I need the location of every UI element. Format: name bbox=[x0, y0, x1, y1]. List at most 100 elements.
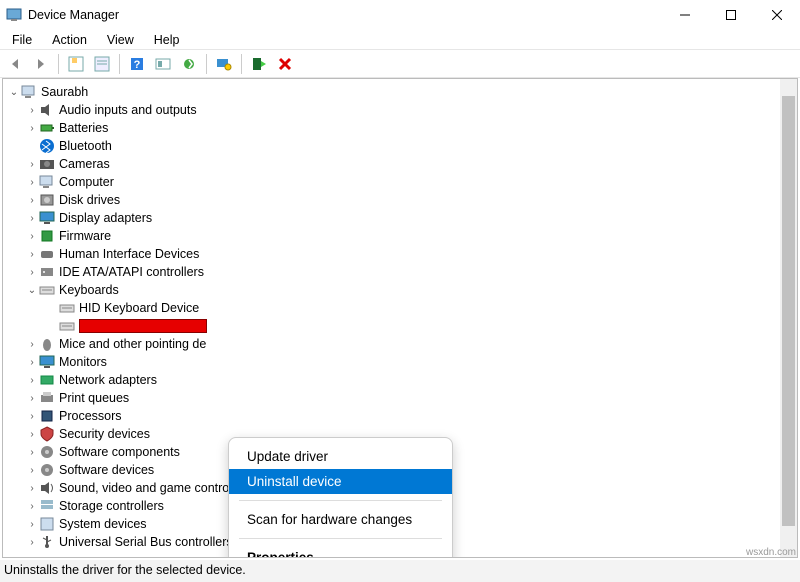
tree-device[interactable] bbox=[7, 317, 797, 335]
cm-uninstall-device[interactable]: Uninstall device bbox=[229, 469, 452, 494]
tree-category[interactable]: ⌄Keyboards bbox=[7, 281, 797, 299]
tree-category[interactable]: ›Print queues bbox=[7, 389, 797, 407]
toolbar: ? bbox=[0, 50, 800, 78]
toolbar-divider bbox=[206, 54, 207, 74]
device-category-icon bbox=[39, 426, 55, 442]
app-icon bbox=[6, 7, 22, 23]
title-bar: Device Manager bbox=[0, 0, 800, 30]
tree-label: Human Interface Devices bbox=[59, 247, 199, 261]
menu-view[interactable]: View bbox=[99, 31, 142, 49]
help-button[interactable]: ? bbox=[126, 53, 148, 75]
device-category-icon bbox=[39, 228, 55, 244]
device-category-icon bbox=[39, 462, 55, 478]
device-category-icon bbox=[39, 138, 55, 154]
action-button[interactable] bbox=[152, 53, 174, 75]
tree-label: Print queues bbox=[59, 391, 129, 405]
tree-category[interactable]: Bluetooth bbox=[7, 137, 797, 155]
tree-category[interactable]: ›IDE ATA/ATAPI controllers bbox=[7, 263, 797, 281]
tree-label: Keyboards bbox=[59, 283, 119, 297]
tree-label: Firmware bbox=[59, 229, 111, 243]
device-category-icon bbox=[39, 210, 55, 226]
show-hidden-button[interactable] bbox=[65, 53, 87, 75]
tree-label: Mice and other pointing de bbox=[59, 337, 206, 351]
tree-label: Computer bbox=[59, 175, 114, 189]
device-category-icon bbox=[39, 120, 55, 136]
minimize-button[interactable] bbox=[662, 0, 708, 30]
scan-hardware-button[interactable] bbox=[213, 53, 235, 75]
tree-category[interactable]: ›Disk drives bbox=[7, 191, 797, 209]
tree-category[interactable]: ›Network adapters bbox=[7, 371, 797, 389]
menu-file[interactable]: File bbox=[4, 31, 40, 49]
watermark: wsxdn.com bbox=[746, 547, 796, 558]
uninstall-device-button[interactable] bbox=[274, 53, 296, 75]
back-button[interactable] bbox=[4, 53, 26, 75]
menu-action[interactable]: Action bbox=[44, 31, 95, 49]
device-category-icon bbox=[39, 444, 55, 460]
tree-category[interactable]: ›Processors bbox=[7, 407, 797, 425]
window-title: Device Manager bbox=[28, 8, 662, 22]
device-category-icon bbox=[39, 246, 55, 262]
device-category-icon bbox=[39, 498, 55, 514]
device-category-icon bbox=[39, 264, 55, 280]
context-menu: Update driver Uninstall device Scan for … bbox=[228, 437, 453, 558]
device-category-icon bbox=[39, 102, 55, 118]
tree-label: Monitors bbox=[59, 355, 107, 369]
device-category-icon bbox=[39, 534, 55, 550]
cm-properties[interactable]: Properties bbox=[229, 545, 452, 558]
redacted-label bbox=[79, 319, 207, 333]
tree-category[interactable]: ›Firmware bbox=[7, 227, 797, 245]
cm-scan-hardware[interactable]: Scan for hardware changes bbox=[229, 507, 452, 532]
tree-label: Sound, video and game controllers bbox=[59, 481, 252, 495]
tree-label: System devices bbox=[59, 517, 147, 531]
device-category-icon bbox=[39, 516, 55, 532]
keyboard-icon bbox=[59, 318, 75, 334]
enable-device-button[interactable] bbox=[248, 53, 270, 75]
toolbar-divider bbox=[241, 54, 242, 74]
tree-category[interactable]: ›Cameras bbox=[7, 155, 797, 173]
tree-label: Saurabh bbox=[41, 85, 88, 99]
device-category-icon bbox=[39, 336, 55, 352]
tree-panel: ⌄Saurabh›Audio inputs and outputs›Batter… bbox=[2, 78, 798, 558]
tree-label: Batteries bbox=[59, 121, 108, 135]
forward-button[interactable] bbox=[30, 53, 52, 75]
tree-label: Cameras bbox=[59, 157, 110, 171]
tree-label: Software devices bbox=[59, 463, 154, 477]
toolbar-divider bbox=[119, 54, 120, 74]
tree-label: Bluetooth bbox=[59, 139, 112, 153]
tree-category[interactable]: ›Display adapters bbox=[7, 209, 797, 227]
tree-label: Display adapters bbox=[59, 211, 152, 225]
device-category-icon bbox=[39, 174, 55, 190]
close-button[interactable] bbox=[754, 0, 800, 30]
tree-label: Network adapters bbox=[59, 373, 157, 387]
maximize-button[interactable] bbox=[708, 0, 754, 30]
update-driver-button[interactable] bbox=[178, 53, 200, 75]
properties-button[interactable] bbox=[91, 53, 113, 75]
device-category-icon bbox=[39, 480, 55, 496]
tree-category[interactable]: ›Computer bbox=[7, 173, 797, 191]
status-bar: Uninstalls the driver for the selected d… bbox=[0, 560, 800, 582]
tree-category[interactable]: ›Mice and other pointing de bbox=[7, 335, 797, 353]
tree-category[interactable]: ›Batteries bbox=[7, 119, 797, 137]
tree-category[interactable]: ›Monitors bbox=[7, 353, 797, 371]
computer-icon bbox=[21, 84, 37, 100]
device-category-icon bbox=[39, 354, 55, 370]
vertical-scrollbar[interactable] bbox=[780, 79, 797, 557]
device-category-icon bbox=[39, 156, 55, 172]
menu-bar: File Action View Help bbox=[0, 30, 800, 50]
device-category-icon bbox=[39, 372, 55, 388]
tree-label: Audio inputs and outputs bbox=[59, 103, 197, 117]
device-category-icon bbox=[39, 408, 55, 424]
cm-update-driver[interactable]: Update driver bbox=[229, 444, 452, 469]
cm-separator bbox=[239, 500, 442, 501]
device-category-icon bbox=[39, 390, 55, 406]
tree-label: Universal Serial Bus controllers bbox=[59, 535, 233, 549]
tree-category[interactable]: ›Human Interface Devices bbox=[7, 245, 797, 263]
tree-category[interactable]: ›Audio inputs and outputs bbox=[7, 101, 797, 119]
menu-help[interactable]: Help bbox=[146, 31, 188, 49]
tree-root[interactable]: ⌄Saurabh bbox=[7, 83, 797, 101]
tree-label: Storage controllers bbox=[59, 499, 164, 513]
tree-device[interactable]: HID Keyboard Device bbox=[7, 299, 797, 317]
tree-label: HID Keyboard Device bbox=[79, 301, 199, 315]
svg-text:?: ? bbox=[134, 59, 141, 71]
device-category-icon bbox=[39, 192, 55, 208]
